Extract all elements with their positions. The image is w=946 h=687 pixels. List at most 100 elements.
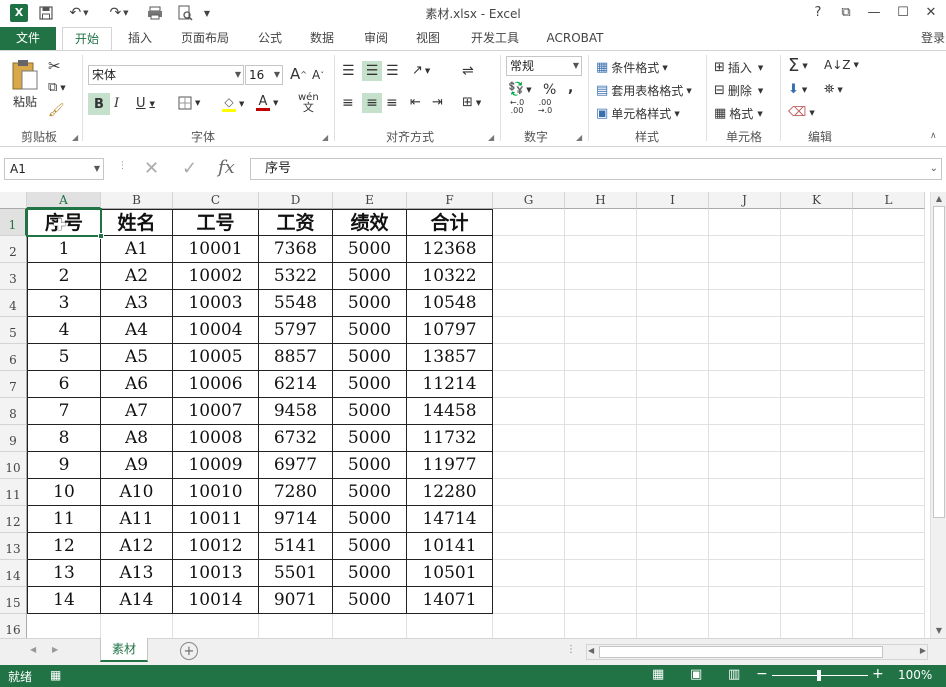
- cell[interactable]: [493, 614, 565, 638]
- cell[interactable]: [709, 236, 781, 263]
- fill-color-button[interactable]: ◇ ▼: [222, 95, 244, 112]
- cell[interactable]: [781, 506, 853, 533]
- cell[interactable]: [493, 317, 565, 344]
- cell[interactable]: [709, 263, 781, 290]
- column-header-d[interactable]: D: [259, 192, 333, 209]
- table-cell[interactable]: 5000: [333, 560, 407, 587]
- row-header-15[interactable]: 15: [0, 587, 27, 614]
- decrease-indent-button[interactable]: ⇤: [410, 95, 421, 110]
- tab-developer[interactable]: 开发工具: [460, 27, 530, 51]
- cell[interactable]: [853, 506, 925, 533]
- cell[interactable]: [493, 533, 565, 560]
- table-cell[interactable]: 5000: [333, 317, 407, 344]
- tab-view[interactable]: 视图: [406, 27, 450, 51]
- italic-button[interactable]: I: [114, 96, 119, 111]
- table-cell[interactable]: 10008: [173, 425, 259, 452]
- zoom-level[interactable]: 100%: [898, 668, 932, 682]
- cell[interactable]: [493, 425, 565, 452]
- cell-styles-button[interactable]: ▣ 单元格样式 ▼: [596, 105, 680, 122]
- fill-handle[interactable]: [98, 233, 104, 239]
- table-cell[interactable]: A4: [101, 317, 173, 344]
- tab-file[interactable]: 文件: [0, 27, 56, 51]
- table-cell[interactable]: 10141: [407, 533, 493, 560]
- cell[interactable]: [637, 560, 709, 587]
- table-cell[interactable]: 10501: [407, 560, 493, 587]
- cell[interactable]: [565, 317, 637, 344]
- page-break-view-icon[interactable]: ▥: [728, 667, 740, 682]
- cell[interactable]: [853, 533, 925, 560]
- cell[interactable]: [27, 614, 101, 638]
- column-header-b[interactable]: B: [101, 192, 173, 209]
- table-cell[interactable]: 13: [27, 560, 101, 587]
- table-cell[interactable]: 3: [27, 290, 101, 317]
- cell[interactable]: [781, 398, 853, 425]
- sheet-tab[interactable]: 素材: [100, 638, 148, 662]
- row-header-4[interactable]: 4: [0, 290, 27, 317]
- cell[interactable]: [853, 587, 925, 614]
- number-format-select[interactable]: 常规 ▼: [506, 56, 582, 76]
- row-header-13[interactable]: 13: [0, 533, 27, 560]
- table-cell[interactable]: 5000: [333, 533, 407, 560]
- table-cell[interactable]: 5797: [259, 317, 333, 344]
- increase-indent-button[interactable]: ⇥: [432, 95, 443, 110]
- table-cell[interactable]: 5: [27, 344, 101, 371]
- cell[interactable]: [565, 398, 637, 425]
- table-cell[interactable]: 10004: [173, 317, 259, 344]
- cell[interactable]: [637, 209, 709, 236]
- cell[interactable]: [709, 290, 781, 317]
- cell[interactable]: [709, 425, 781, 452]
- minimize-button[interactable]: —: [861, 3, 887, 23]
- font-size-select[interactable]: 16 ▼: [245, 65, 283, 85]
- scroll-down-icon[interactable]: ▼: [931, 624, 946, 638]
- horizontal-scrollbar[interactable]: ◀ ▶: [586, 644, 928, 660]
- table-cell[interactable]: 6: [27, 371, 101, 398]
- cell[interactable]: [565, 533, 637, 560]
- cell[interactable]: [565, 587, 637, 614]
- table-cell[interactable]: 10002: [173, 263, 259, 290]
- table-cell[interactable]: A2: [101, 263, 173, 290]
- table-cell[interactable]: 7: [27, 398, 101, 425]
- table-cell[interactable]: 14: [27, 587, 101, 614]
- next-sheet-icon[interactable]: ▶: [52, 645, 58, 654]
- cell[interactable]: [637, 290, 709, 317]
- table-cell[interactable]: 5000: [333, 452, 407, 479]
- scroll-left-icon[interactable]: ◀: [588, 646, 594, 655]
- column-header-a[interactable]: A: [27, 192, 101, 209]
- number-launcher-icon[interactable]: ◢: [576, 133, 582, 142]
- row-header-14[interactable]: 14: [0, 560, 27, 587]
- table-cell[interactable]: 14458: [407, 398, 493, 425]
- increase-font-button[interactable]: A ^: [290, 65, 307, 83]
- page-layout-view-icon[interactable]: ▣: [690, 667, 702, 682]
- table-cell[interactable]: A8: [101, 425, 173, 452]
- align-right-button[interactable]: ≡: [386, 95, 398, 111]
- tab-page-layout[interactable]: 页面布局: [170, 27, 240, 51]
- cell[interactable]: [493, 587, 565, 614]
- fill-button[interactable]: ⬇ ▼: [788, 82, 807, 97]
- cell[interactable]: [637, 425, 709, 452]
- cell[interactable]: [565, 506, 637, 533]
- zoom-out-icon[interactable]: −: [756, 666, 768, 682]
- table-cell[interactable]: A6: [101, 371, 173, 398]
- table-cell[interactable]: 10012: [173, 533, 259, 560]
- cell[interactable]: [637, 236, 709, 263]
- cell[interactable]: [565, 371, 637, 398]
- help-button[interactable]: ?: [805, 3, 831, 23]
- table-cell[interactable]: A5: [101, 344, 173, 371]
- table-cell[interactable]: A1: [101, 236, 173, 263]
- table-cell[interactable]: A3: [101, 290, 173, 317]
- cell[interactable]: [637, 398, 709, 425]
- table-cell[interactable]: 姓名: [101, 209, 173, 236]
- row-header-5[interactable]: 5: [0, 317, 27, 344]
- cell[interactable]: [493, 263, 565, 290]
- vertical-scrollbar[interactable]: ▲ ▼: [930, 192, 946, 638]
- column-header-g[interactable]: G: [493, 192, 565, 209]
- prev-sheet-icon[interactable]: ◀: [30, 645, 36, 654]
- tab-data[interactable]: 数据: [300, 27, 344, 51]
- zoom-slider-thumb[interactable]: [817, 670, 821, 681]
- table-cell[interactable]: A12: [101, 533, 173, 560]
- table-cell[interactable]: 10006: [173, 371, 259, 398]
- align-left-button[interactable]: ≡: [342, 95, 354, 111]
- cell[interactable]: [493, 479, 565, 506]
- table-cell[interactable]: 11214: [407, 371, 493, 398]
- table-cell[interactable]: 10322: [407, 263, 493, 290]
